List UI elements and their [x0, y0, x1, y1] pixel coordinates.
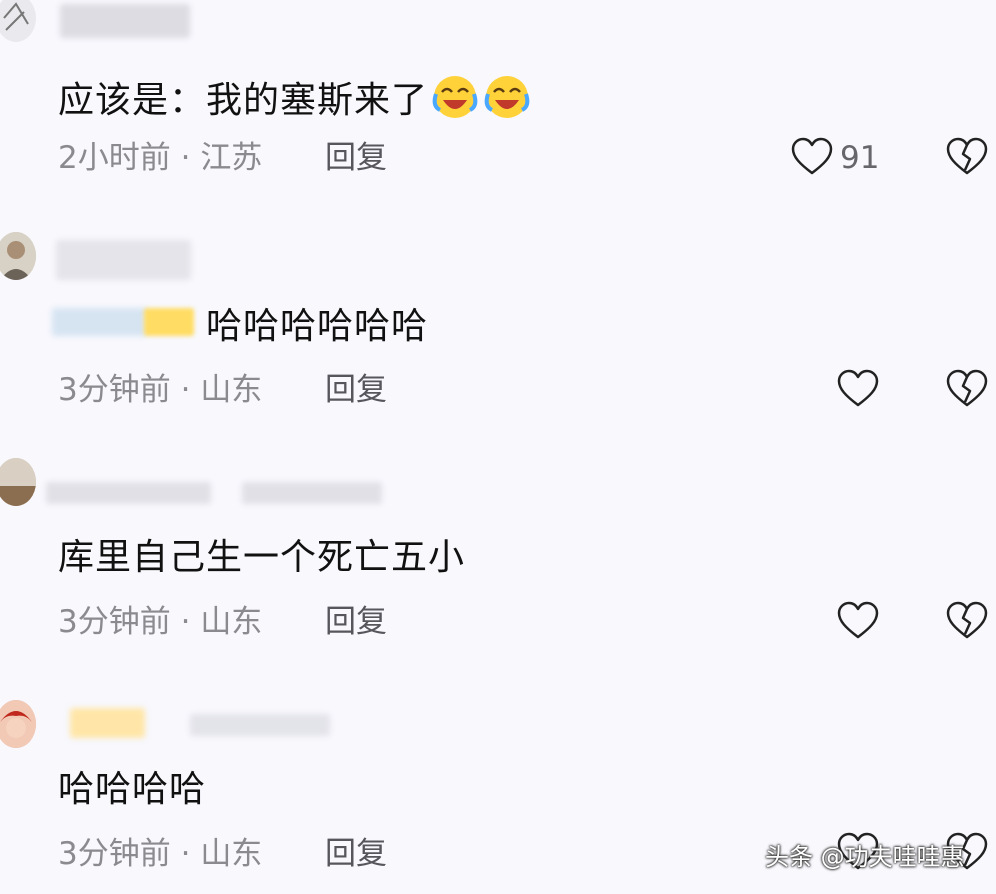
username-blurred	[70, 708, 145, 738]
username-blurred	[190, 714, 330, 736]
comment-text: 应该是：我的塞斯来了	[58, 74, 532, 123]
heart-outline-icon	[837, 369, 879, 407]
comment-meta: 3分钟前 · 山东	[58, 372, 263, 408]
reply-button[interactable]: 回复	[325, 602, 387, 642]
comment-item: 应该是：我的塞斯来了 2小时前 · 江苏 回复 91	[0, 0, 996, 210]
like-button[interactable]	[790, 137, 834, 177]
comment-text: 哈哈哈哈哈哈	[52, 302, 428, 349]
username-blurred	[56, 240, 191, 280]
dislike-button[interactable]	[945, 369, 989, 409]
comment-meta: 3分钟前 · 山东	[58, 836, 263, 872]
broken-heart-icon	[946, 369, 988, 407]
avatar[interactable]	[0, 232, 36, 280]
dislike-button[interactable]	[945, 601, 989, 641]
dislike-button[interactable]	[945, 137, 989, 177]
comment-meta: 3分钟前 · 山东	[58, 604, 263, 640]
username-blurred	[46, 482, 211, 504]
laughing-crying-emoji	[430, 74, 480, 120]
avatar[interactable]	[0, 0, 36, 42]
like-button[interactable]	[836, 369, 880, 409]
comment-item: 哈哈哈哈哈哈 3分钟前 · 山东 回复	[0, 210, 996, 440]
heart-outline-icon	[791, 137, 833, 175]
broken-heart-icon	[946, 137, 988, 175]
watermark: 头条 @功夫哇哇惠	[765, 843, 965, 871]
mention-blurred[interactable]	[52, 302, 206, 342]
reply-button[interactable]: 回复	[325, 834, 387, 874]
comment-meta: 2小时前 · 江苏	[58, 140, 263, 176]
username-blurred	[60, 4, 190, 38]
comment-item: 库里自己生一个死亡五小 3分钟前 · 山东 回复	[0, 440, 996, 680]
username-blurred	[242, 482, 382, 504]
avatar[interactable]	[0, 700, 36, 748]
comment-text: 哈哈哈哈	[58, 769, 207, 810]
comment-text: 库里自己生一个死亡五小	[58, 537, 466, 578]
reply-button[interactable]: 回复	[325, 138, 387, 178]
avatar[interactable]	[0, 458, 36, 506]
reply-button[interactable]: 回复	[325, 370, 387, 410]
like-count: 91	[840, 140, 880, 176]
broken-heart-icon	[946, 601, 988, 639]
like-button[interactable]	[836, 601, 880, 641]
heart-outline-icon	[837, 601, 879, 639]
laughing-crying-emoji	[482, 74, 532, 120]
